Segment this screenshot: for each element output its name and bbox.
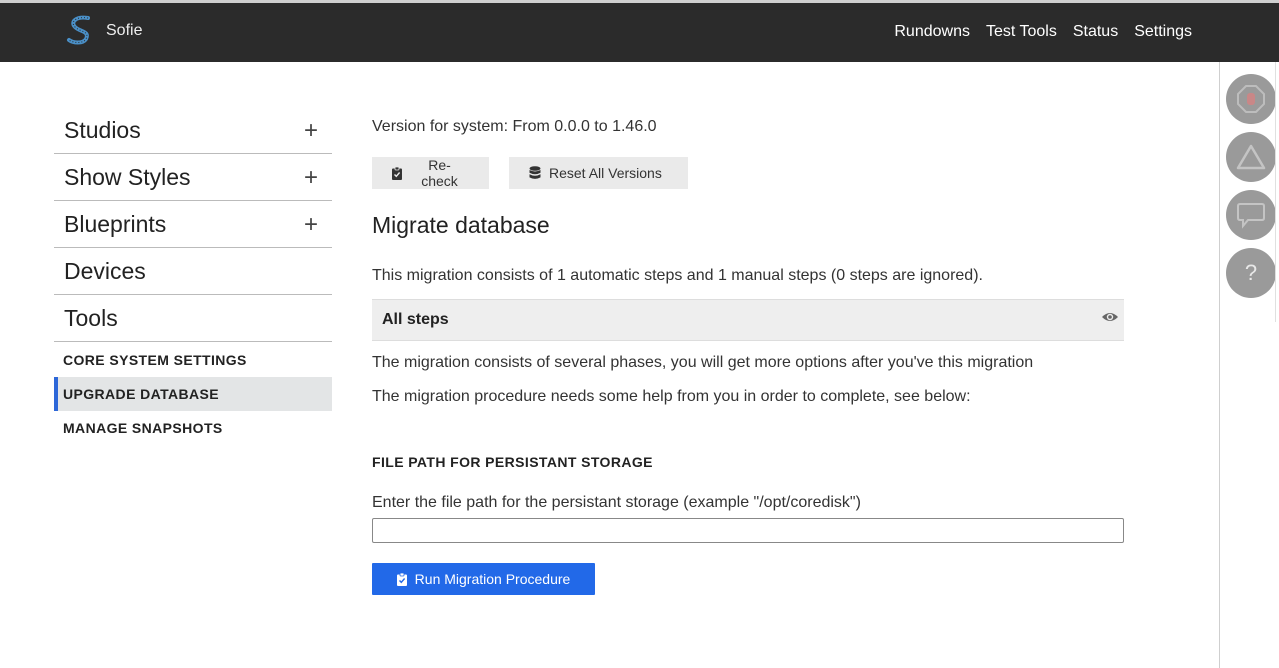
help-info: The migration procedure needs some help … (372, 388, 971, 405)
menu-item-devices[interactable]: Devices (54, 249, 332, 295)
menu-item-blueprints[interactable]: Blueprints + (54, 202, 332, 248)
reset-label: Reset All Versions (549, 165, 662, 181)
help-icon: ? (1244, 260, 1258, 285)
phases-info: The migration consists of several phases… (372, 354, 1034, 371)
all-steps-header[interactable]: All steps (372, 299, 1124, 341)
chat-button[interactable] (1226, 190, 1276, 240)
menu-item-label: Studios (64, 117, 141, 143)
all-steps-label: All steps (382, 311, 449, 328)
migration-description: This migration consists of 1 automatic s… (372, 267, 983, 284)
top-bar: Sofie Rundowns Test Tools Status Setting… (0, 3, 1279, 62)
clipboard-check-icon (396, 572, 407, 586)
subitem-core-system-settings[interactable]: CORE SYSTEM SETTINGS (54, 343, 332, 377)
menu-item-studios[interactable]: Studios + (54, 108, 332, 154)
clipboard-check-icon (392, 166, 402, 180)
stop-button[interactable] (1226, 74, 1276, 124)
sofie-logo-icon[interactable] (66, 14, 94, 46)
warning-icon (1236, 144, 1266, 170)
plus-icon[interactable]: + (304, 164, 318, 192)
eye-icon[interactable] (1101, 310, 1119, 324)
section-title: Migrate database (372, 212, 550, 238)
menu-item-label: Devices (64, 258, 146, 284)
field-description: Enter the file path for the persistant s… (372, 494, 861, 511)
stop-icon (1237, 85, 1265, 113)
menu-item-label: Tools (64, 305, 118, 331)
menu-item-label: Show Styles (64, 164, 191, 190)
run-label: Run Migration Procedure (414, 571, 571, 587)
nav-settings[interactable]: Settings (1134, 23, 1192, 41)
settings-menu: Studios + Show Styles + Blueprints + Dev… (54, 108, 332, 445)
nav-rundowns[interactable]: Rundowns (894, 23, 970, 41)
recheck-label: Re-check (421, 157, 458, 189)
top-nav: Rundowns Test Tools Status Settings (894, 23, 1192, 41)
warning-button[interactable] (1226, 132, 1276, 182)
menu-item-tools[interactable]: Tools (54, 296, 332, 342)
plus-icon[interactable]: + (304, 211, 318, 239)
recheck-button[interactable]: Re-check (372, 157, 489, 189)
version-text: Version for system: From 0.0.0 to 1.46.0 (372, 118, 657, 135)
rail-divider (1275, 62, 1276, 322)
subitem-manage-snapshots[interactable]: MANAGE SNAPSHOTS (54, 411, 332, 445)
nav-status[interactable]: Status (1073, 23, 1118, 41)
chat-icon (1237, 203, 1265, 229)
menu-item-label: Blueprints (64, 211, 167, 237)
field-title: FILE PATH FOR PERSISTANT STORAGE (372, 454, 653, 470)
run-migration-button[interactable]: Run Migration Procedure (372, 563, 595, 595)
right-rail: ? (1219, 62, 1279, 668)
app-name: Sofie (106, 22, 143, 39)
help-button[interactable]: ? (1226, 248, 1276, 298)
plus-icon[interactable]: + (304, 117, 318, 145)
file-path-input[interactable] (372, 518, 1124, 543)
menu-item-show-styles[interactable]: Show Styles + (54, 155, 332, 201)
nav-test-tools[interactable]: Test Tools (986, 23, 1057, 41)
database-icon (529, 166, 541, 179)
subitem-upgrade-database[interactable]: UPGRADE DATABASE (54, 377, 332, 411)
reset-all-versions-button[interactable]: Reset All Versions (509, 157, 688, 189)
